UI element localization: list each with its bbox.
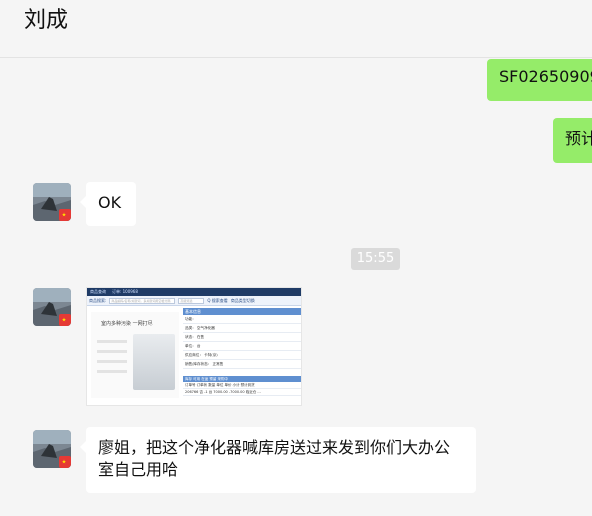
blur-line	[97, 370, 127, 373]
preview-grid-cols: 订单号 订单状 数量 单位 单价 小计 预计到货	[183, 382, 301, 389]
avatar-image	[33, 288, 71, 326]
received-message-text: 廖姐，把这个净化器喊库房送过来发到你们大办公室自己用哈	[98, 438, 451, 479]
sent-message-tracking[interactable]: SF02650909	[487, 59, 592, 101]
sent-message-text: 预计	[565, 129, 592, 148]
contact-name[interactable]: 刘成	[24, 7, 68, 35]
blur-line	[97, 350, 127, 353]
received-message-long[interactable]: 廖姐，把这个净化器喊库房送过来发到你们大办公室自己用哈	[80, 427, 476, 493]
preview-search-button: Q 搜索查看	[207, 297, 228, 303]
blur-line	[97, 340, 127, 343]
preview-info-row: 状态： 在售	[183, 333, 301, 342]
preview-search-filter: 高级筛选	[178, 297, 205, 304]
preview-info-panel: 基本信息 功能： 品类： 空气净化器 状态： 在售 单位： 台 供应商位： 卡特…	[183, 308, 301, 369]
preview-product-title: 室内多种污染 一网打尽	[101, 321, 153, 327]
preview-tab: 商品查询	[90, 289, 106, 294]
blur-line	[97, 360, 127, 363]
preview-stock-grid: 库存 可用 在途 预留 采购中 订单号 订单状 数量 单位 单价 小计 预计到货…	[183, 376, 301, 396]
sent-message-text: SF02650909	[499, 67, 592, 86]
received-message-text: OK	[98, 193, 122, 212]
contact-avatar[interactable]	[33, 288, 71, 326]
image-message[interactable]: 商品查询 订单: 100968 商品搜索: 商品编码/名称/关键词，多关键词用空…	[86, 287, 302, 406]
avatar-image	[33, 430, 71, 468]
avatar-image	[33, 183, 71, 221]
preview-info-row: 功能：	[183, 315, 301, 324]
preview-search-box: 商品编码/名称/关键词，多关键词用空格分隔	[109, 297, 176, 304]
preview-search-bar: 商品搜索: 商品编码/名称/关键词，多关键词用空格分隔 高级筛选 Q 搜索查看 …	[87, 296, 301, 306]
contact-avatar[interactable]	[33, 430, 71, 468]
chat-header: 刘成	[0, 0, 592, 58]
sent-message-estimate[interactable]: 预计	[553, 118, 592, 163]
preview-info-row: 销售/库存状态： 正常售	[183, 360, 301, 369]
preview-info-row: 品类： 空气净化器	[183, 324, 301, 333]
timestamp: 15:55	[351, 248, 400, 270]
preview-search-label: 商品搜索:	[89, 297, 107, 303]
preview-tab: 订单: 100968	[112, 289, 138, 294]
preview-product-image: 室内多种污染 一网打尽	[91, 312, 179, 398]
preview-info-row: 供应商位： 卡特(京)	[183, 351, 301, 360]
purifier-device	[133, 334, 175, 390]
preview-topbar: 商品查询 订单: 100968	[87, 288, 301, 296]
preview-type-button: 商品类型切换	[230, 297, 255, 303]
contact-avatar[interactable]	[33, 183, 71, 221]
preview-info-header: 基本信息	[183, 308, 301, 315]
preview-grid-row: 206766 否 -1 台 7000.00 -7000.00 临近仓 ...	[183, 389, 301, 396]
preview-info-row: 单位： 台	[183, 342, 301, 351]
received-message-ok[interactable]: OK	[80, 182, 136, 226]
